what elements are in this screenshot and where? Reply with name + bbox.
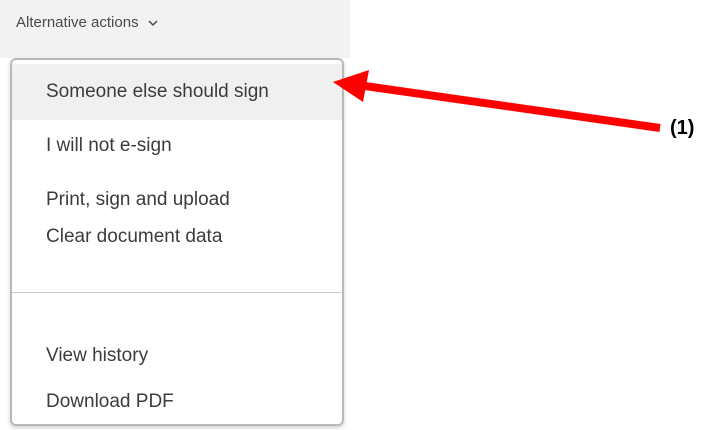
stage: Alternative actions Someone else should … (0, 0, 717, 430)
menu-item-clear-document-data[interactable]: Clear document data (12, 209, 342, 265)
annotation-arrow (333, 70, 661, 132)
menu-item-label: Download PDF (46, 391, 174, 412)
menu-separator (12, 292, 342, 293)
menu-item-someone-else-should-sign[interactable]: Someone else should sign (12, 64, 342, 120)
chevron-down-icon (148, 19, 158, 26)
alternative-actions-menu: Someone else should sign I will not e-si… (10, 58, 344, 426)
menu-item-label: View history (46, 345, 149, 366)
menu-item-label: I will not e-sign (46, 135, 172, 156)
menu-item-label: Clear document data (46, 226, 223, 247)
alternative-actions-button[interactable]: Alternative actions (16, 14, 159, 31)
menu-item-label: Someone else should sign (46, 81, 269, 102)
menu-item-label: Print, sign and upload (46, 189, 230, 210)
menu-item-download-pdf[interactable]: Download PDF (12, 374, 342, 424)
alternative-actions-label: Alternative actions (16, 14, 139, 31)
menu-item-i-will-not-e-sign[interactable]: I will not e-sign (12, 118, 342, 174)
alternative-actions-bar: Alternative actions (0, 0, 350, 58)
annotation-label: (1) (670, 117, 695, 139)
